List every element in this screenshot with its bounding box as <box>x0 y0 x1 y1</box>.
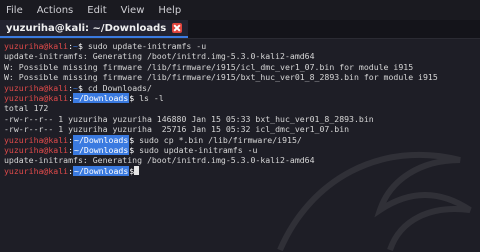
prompt-line: yuzuriha@kali:~$ cd Downloads/ <box>4 83 476 93</box>
terminal-tab[interactable]: yuzuriha@kali: ~/Downloads <box>0 20 189 38</box>
command-text: sudo update-initramfs -u <box>134 144 258 155</box>
prompt-user: yuzuriha@kali <box>4 41 69 51</box>
prompt-user: yuzuriha@kali <box>4 82 69 93</box>
command-text: cd Downloads/ <box>82 82 152 93</box>
prompt-directory: ~/Downloads <box>73 144 130 155</box>
menu-help[interactable]: Help <box>158 5 181 16</box>
menu-bar: File Actions Edit View Help <box>0 0 480 20</box>
prompt-line: yuzuriha@kali:~/Downloads$ <box>4 165 476 176</box>
prompt-user: yuzuriha@kali <box>4 92 69 103</box>
prompt-line: yuzuriha@kali:~/Downloads$ sudo update-i… <box>4 144 476 155</box>
terminal-output[interactable]: yuzuriha@kali:~$ sudo update-initramfs -… <box>0 39 480 252</box>
command-text: sudo update-initramfs -u <box>82 41 207 51</box>
output-line: update-initramfs: Generating /boot/initr… <box>4 155 315 166</box>
prompt-directory: ~/Downloads <box>73 92 130 103</box>
close-icon[interactable] <box>172 23 183 33</box>
prompt-directory: ~/Downloads <box>73 165 130 176</box>
output-line: W: Possible missing firmware /lib/firmwa… <box>4 72 438 83</box>
prompt-user: yuzuriha@kali <box>4 144 69 155</box>
prompt-line: yuzuriha@kali:~/Downloads$ ls -l <box>4 92 476 103</box>
text-cursor <box>134 165 140 175</box>
output-line: total 172 <box>4 103 49 114</box>
command-text: sudo cp *.bin /lib/firmware/i915/ <box>134 134 302 145</box>
prompt-line: yuzuriha@kali:~/Downloads$ sudo cp *.bin… <box>4 134 476 145</box>
prompt-user: yuzuriha@kali <box>4 165 69 176</box>
output-line: -rw-r--r-- 1 yuzuriha yuzuriha 146880 Ja… <box>4 113 374 124</box>
tab-title: yuzuriha@kali: ~/Downloads <box>6 22 167 34</box>
menu-view[interactable]: View <box>121 5 145 16</box>
output-line: update-initramfs: Generating /boot/initr… <box>4 51 315 62</box>
prompt-user: yuzuriha@kali <box>4 134 69 145</box>
tab-bar: yuzuriha@kali: ~/Downloads <box>0 20 480 39</box>
menu-actions[interactable]: Actions <box>37 5 74 16</box>
output-line: -rw-r--r-- 1 yuzuriha yuzuriha 25716 Jan… <box>4 124 350 135</box>
menu-file[interactable]: File <box>6 5 23 16</box>
command-text: ls -l <box>134 92 164 103</box>
prompt-directory: ~/Downloads <box>73 134 130 145</box>
menu-edit[interactable]: Edit <box>87 5 106 16</box>
output-line: W: Possible missing firmware /lib/firmwa… <box>4 61 414 72</box>
prompt-line: yuzuriha@kali:~$ sudo update-initramfs -… <box>4 41 476 51</box>
terminal-window: File Actions Edit View Help yuzuriha@kal… <box>0 0 480 252</box>
